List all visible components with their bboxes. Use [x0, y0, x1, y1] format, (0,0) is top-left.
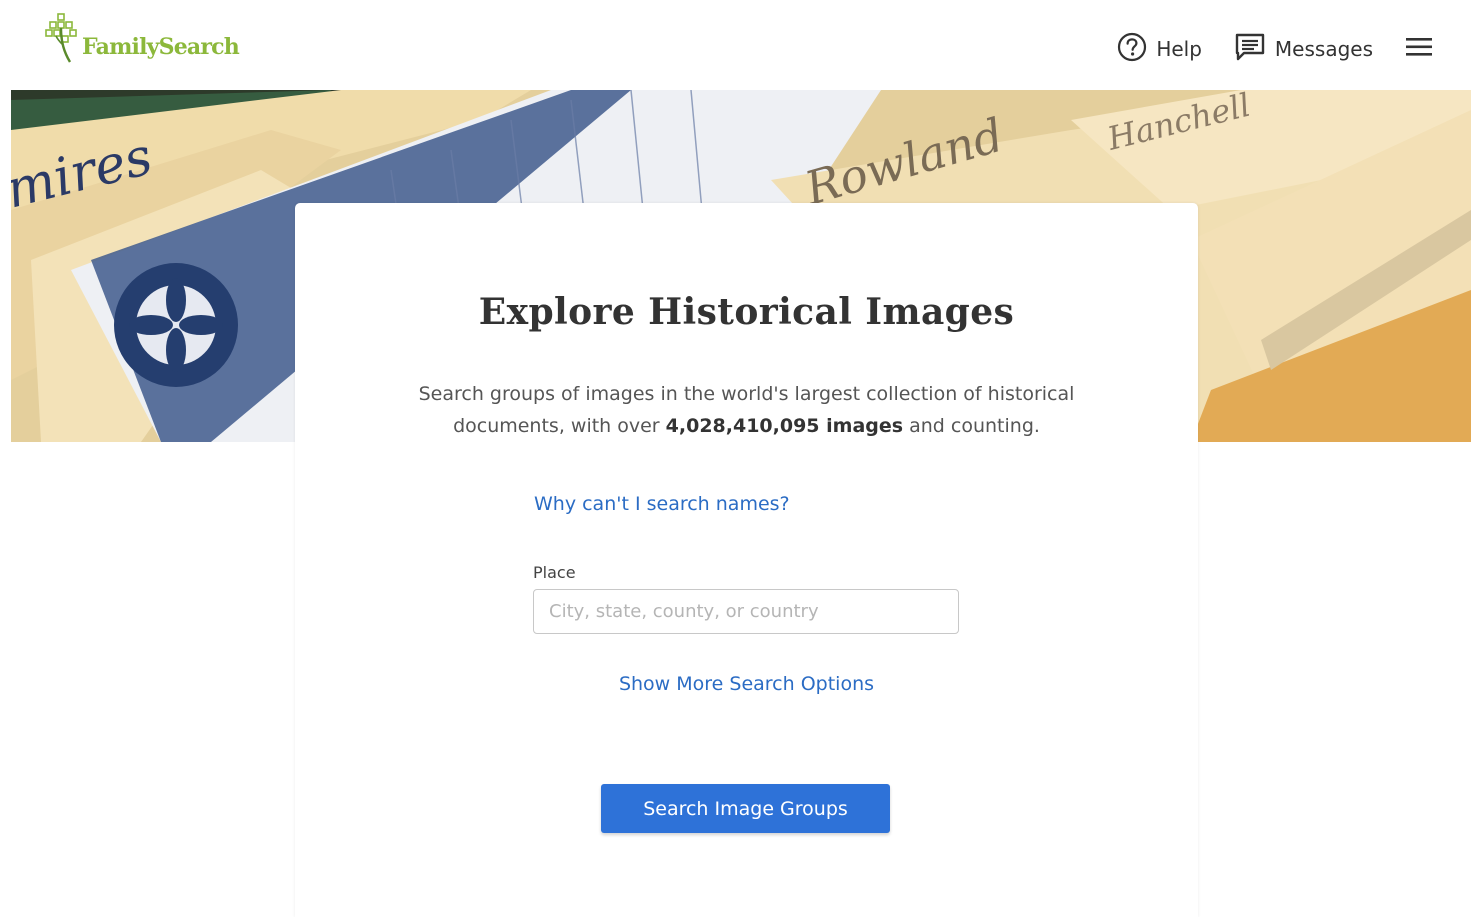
show-more-search-options-link[interactable]: Show More Search Options	[295, 673, 1198, 695]
why-cant-search-names-link[interactable]: Why can't I search names?	[534, 493, 790, 515]
family-tree-logo-icon	[44, 12, 84, 68]
message-icon	[1234, 32, 1275, 67]
hamburger-menu-button[interactable]	[1405, 36, 1433, 62]
header-nav: Help Messages	[1085, 30, 1433, 68]
place-input[interactable]	[533, 589, 959, 634]
help-button[interactable]: Help	[1117, 32, 1202, 67]
familysearch-logo[interactable]: FamilySearch	[44, 12, 240, 68]
image-count: 4,028,410,095 images	[665, 415, 904, 437]
help-circle-icon	[1117, 32, 1156, 67]
messages-label: Messages	[1274, 37, 1373, 61]
search-card: Explore Historical Images Search groups …	[295, 203, 1198, 917]
top-header: FamilySearch Help Messages	[0, 0, 1471, 90]
page-description: Search groups of images in the world's l…	[365, 378, 1128, 442]
search-image-groups-button[interactable]: Search Image Groups	[601, 784, 890, 833]
logo-wordmark: FamilySearch	[82, 34, 240, 60]
help-label: Help	[1156, 37, 1202, 61]
page-title: Explore Historical Images	[478, 291, 1015, 333]
hamburger-menu-icon	[1405, 36, 1433, 62]
messages-button[interactable]: Messages	[1234, 32, 1373, 67]
description-after: and counting.	[903, 415, 1040, 437]
place-label: Place	[533, 563, 576, 582]
